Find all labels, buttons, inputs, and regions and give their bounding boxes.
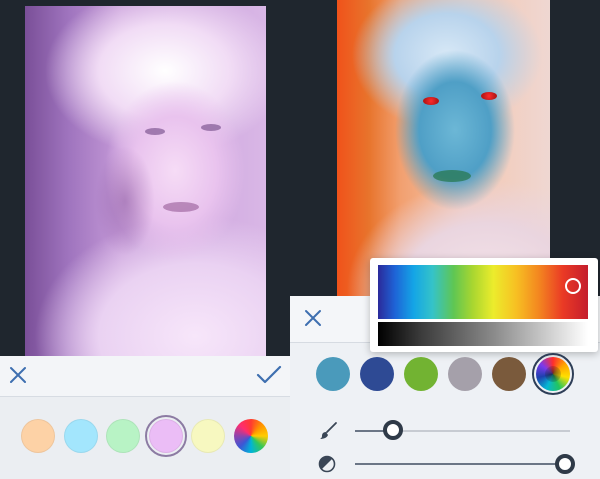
swatch-brown[interactable] xyxy=(492,357,526,391)
swatch-peach[interactable] xyxy=(21,419,55,453)
mouth xyxy=(163,202,199,212)
opacity-fill xyxy=(355,463,560,465)
grayscale-strip[interactable] xyxy=(378,322,588,346)
swatch-navy[interactable] xyxy=(360,357,394,391)
color-wheel-icon[interactable] xyxy=(234,419,268,453)
checkmark-icon[interactable] xyxy=(256,365,282,385)
left-toolbar xyxy=(0,356,290,396)
right-eye xyxy=(201,124,221,131)
close-icon[interactable] xyxy=(8,365,28,385)
swatch-green[interactable] xyxy=(404,357,438,391)
swatch-pale-yellow[interactable] xyxy=(191,419,225,453)
swatch-teal-blue[interactable] xyxy=(316,357,350,391)
mouth xyxy=(433,170,471,182)
hair-shadow xyxy=(95,146,155,256)
opacity-knob[interactable] xyxy=(555,454,575,474)
swatch-light-green[interactable] xyxy=(106,419,140,453)
close-icon[interactable] xyxy=(303,308,323,328)
swatch-gray[interactable] xyxy=(448,357,482,391)
swatch-light-blue[interactable] xyxy=(64,419,98,453)
swatch-lavender[interactable] xyxy=(149,419,183,453)
brush-icon xyxy=(318,421,338,441)
left-eye xyxy=(145,128,165,135)
left-photo-preview xyxy=(25,6,266,356)
hue-spectrum[interactable] xyxy=(378,265,588,319)
brush-size-knob[interactable] xyxy=(382,420,403,440)
red-eye-left xyxy=(423,97,439,105)
color-wheel-icon[interactable] xyxy=(536,357,570,391)
left-toolbar-divider xyxy=(0,396,290,397)
right-photo-preview xyxy=(337,0,550,300)
contrast-icon xyxy=(318,455,336,473)
red-eye-right xyxy=(481,92,497,100)
